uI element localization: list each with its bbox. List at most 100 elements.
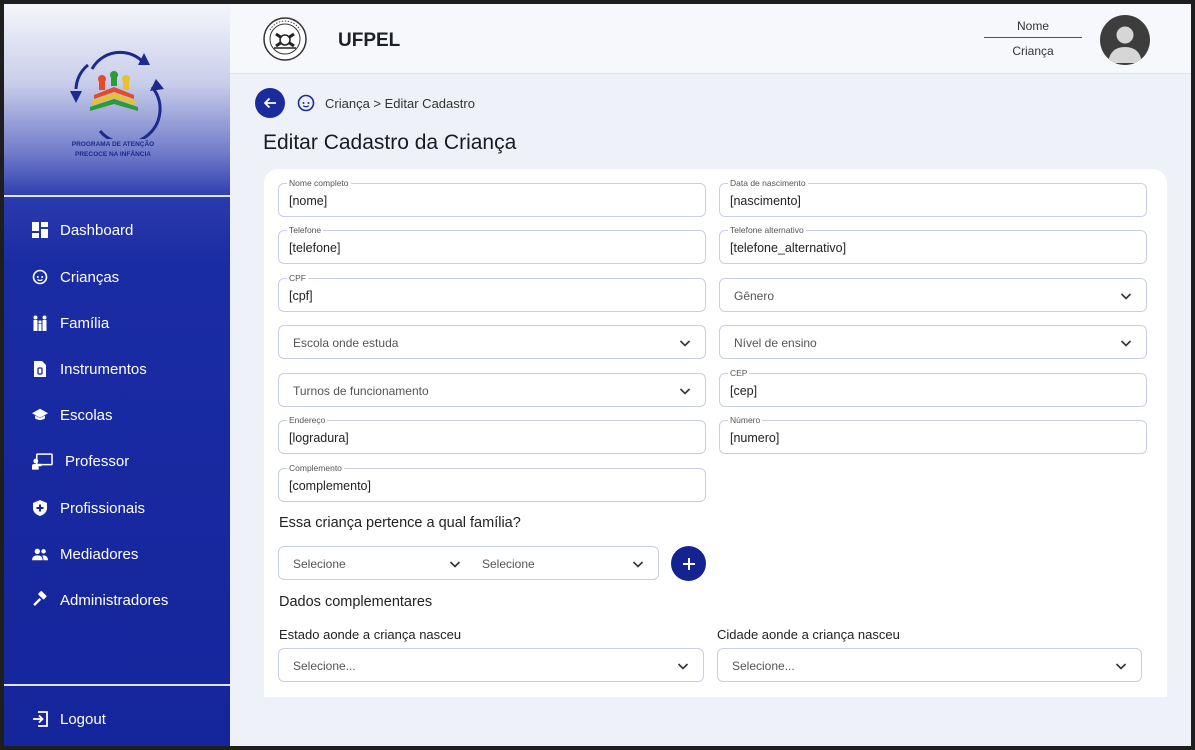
cidade-label: Cidade aonde a criança nasceu xyxy=(717,627,900,642)
complemento-label: Complemento xyxy=(287,462,344,474)
familia-select-2[interactable]: Selecione xyxy=(469,547,658,579)
chevron-down-icon xyxy=(632,561,644,568)
avatar[interactable] xyxy=(1100,15,1150,65)
cep-label: CEP xyxy=(728,367,750,379)
sidebar-item-label: Administradores xyxy=(60,591,169,609)
genero-select[interactable]: Gênero xyxy=(719,278,1147,312)
nascimento-label: Data de nascimento xyxy=(728,177,808,189)
estado-value: Selecione... xyxy=(293,659,356,673)
sidebar-item-profissionais[interactable]: Profissionais xyxy=(4,491,230,525)
chevron-down-icon xyxy=(1115,663,1127,670)
chevron-down-icon xyxy=(1120,293,1132,300)
turnos-placeholder: Turnos de funcionamento xyxy=(293,384,429,398)
cidade-value: Selecione... xyxy=(732,659,795,673)
endereco-field[interactable]: Endereço [logradura] xyxy=(278,414,706,454)
complemento-value: [complemento] xyxy=(289,479,371,493)
page-title: Editar Cadastro da Criança xyxy=(263,131,517,154)
numero-field[interactable]: Número [numero] xyxy=(719,414,1147,454)
cpf-label: CPF xyxy=(287,272,308,284)
child-face-icon xyxy=(297,94,315,112)
chevron-down-icon xyxy=(677,663,689,670)
user-info: Nome Criança xyxy=(984,18,1082,58)
sidebar-item-mediadores[interactable]: Mediadores xyxy=(4,537,230,571)
child-face-icon xyxy=(32,269,48,285)
nome-value: [nome] xyxy=(289,194,328,208)
complemento-field[interactable]: Complemento [complemento] xyxy=(278,462,706,502)
cpf-value: [cpf] xyxy=(289,289,313,303)
plus-icon xyxy=(682,557,695,570)
chevron-down-icon xyxy=(1120,340,1132,347)
sidebar-item-escolas[interactable]: Escolas xyxy=(4,398,230,432)
sidebar-item-familia[interactable]: Família xyxy=(4,306,230,340)
school-icon xyxy=(32,407,48,423)
telefone-value: [telefone] xyxy=(289,241,341,255)
program-logo: PROGRAMA DE ATENÇÃO PRECOCE NA INFÂNCIA xyxy=(4,4,230,195)
nivel-ensino-placeholder: Nível de ensino xyxy=(734,336,817,350)
familia-select-1-value: Selecione xyxy=(293,557,346,571)
sidebar-item-dashboard[interactable]: Dashboard xyxy=(4,213,230,247)
family-icon xyxy=(32,315,48,331)
cidade-select[interactable]: Selecione... xyxy=(717,648,1142,682)
dashboard-icon xyxy=(32,222,48,238)
top-header: UFPEL Nome Criança xyxy=(230,4,1191,74)
university-seal-icon xyxy=(263,17,307,61)
numero-value: [numero] xyxy=(730,431,780,445)
sidebar-item-label: Escolas xyxy=(60,406,113,424)
arrow-left-icon xyxy=(263,97,276,109)
sidebar-item-criancas[interactable]: Crianças xyxy=(4,260,230,294)
telefone-label: Telefone xyxy=(287,224,324,236)
sidebar-divider xyxy=(4,195,230,197)
document-icon xyxy=(32,361,48,377)
estado-select[interactable]: Selecione... xyxy=(278,648,704,682)
sidebar-item-label: Profissionais xyxy=(60,499,146,517)
sidebar-item-professor[interactable]: Professor xyxy=(4,444,230,478)
gavel-icon xyxy=(32,591,48,608)
familia-select-1[interactable]: Selecione xyxy=(279,547,469,579)
logout-button[interactable]: Logout xyxy=(4,702,230,736)
chevron-down-icon xyxy=(679,388,691,395)
sidebar-item-label: Dashboard xyxy=(60,221,134,239)
nome-field[interactable]: Nome completo [nome] xyxy=(278,177,706,217)
logo-text-line2: PRECOCE NA INFÂNCIA xyxy=(75,151,151,158)
user-name: Nome xyxy=(984,18,1082,38)
sidebar-item-label: Professor xyxy=(65,452,130,470)
logout-label: Logout xyxy=(60,710,106,728)
sidebar-item-instrumentos[interactable]: Instrumentos xyxy=(4,352,230,386)
teacher-icon xyxy=(32,452,53,470)
user-avatar-icon xyxy=(1108,26,1142,63)
cep-field[interactable]: CEP [cep] xyxy=(719,367,1147,407)
dados-complementares-title: Dados complementares xyxy=(279,594,433,610)
logo-text-line1: PROGRAMA DE ATENÇÃO xyxy=(71,141,155,148)
cpf-field[interactable]: CPF [cpf] xyxy=(278,272,706,312)
cep-value: [cep] xyxy=(730,384,758,398)
sidebar-item-label: Família xyxy=(60,314,110,332)
chevron-down-icon xyxy=(449,561,461,568)
escola-placeholder: Escola onde estuda xyxy=(293,336,399,350)
nascimento-value: [nascimento] xyxy=(730,194,801,208)
app-window: PROGRAMA DE ATENÇÃO PRECOCE NA INFÂNCIA … xyxy=(4,4,1191,746)
escola-select[interactable]: Escola onde estuda xyxy=(278,325,706,359)
logout-icon xyxy=(32,711,48,727)
telefone-alternativo-field[interactable]: Telefone alternativo [telefone_alternati… xyxy=(719,224,1147,264)
familia-select-2-value: Selecione xyxy=(482,557,535,571)
familia-question: Essa criança pertence a qual família? xyxy=(279,515,521,531)
sidebar-item-label: Crianças xyxy=(60,268,120,286)
program-logo-icon xyxy=(70,50,164,139)
back-button[interactable] xyxy=(255,88,285,118)
breadcrumb: Criança > Editar Cadastro xyxy=(325,96,475,111)
add-family-button[interactable] xyxy=(671,546,706,581)
org-name: UFPEL xyxy=(338,30,401,51)
familia-select-group: Selecione Selecione xyxy=(278,546,659,580)
nascimento-field[interactable]: Data de nascimento [nascimento] xyxy=(719,177,1147,217)
nome-label: Nome completo xyxy=(287,177,351,189)
telefone-field[interactable]: Telefone [telefone] xyxy=(278,224,706,264)
sidebar: PROGRAMA DE ATENÇÃO PRECOCE NA INFÂNCIA … xyxy=(4,4,230,746)
genero-placeholder: Gênero xyxy=(734,289,775,303)
user-role: Criança xyxy=(1012,44,1054,58)
endereco-value: [logradura] xyxy=(289,431,349,445)
sidebar-item-administradores[interactable]: Administradores xyxy=(4,583,230,617)
nivel-ensino-select[interactable]: Nível de ensino xyxy=(719,325,1147,359)
telefone-alternativo-label: Telefone alternativo xyxy=(728,224,806,236)
turnos-select[interactable]: Turnos de funcionamento xyxy=(278,373,706,407)
numero-label: Número xyxy=(728,414,763,426)
